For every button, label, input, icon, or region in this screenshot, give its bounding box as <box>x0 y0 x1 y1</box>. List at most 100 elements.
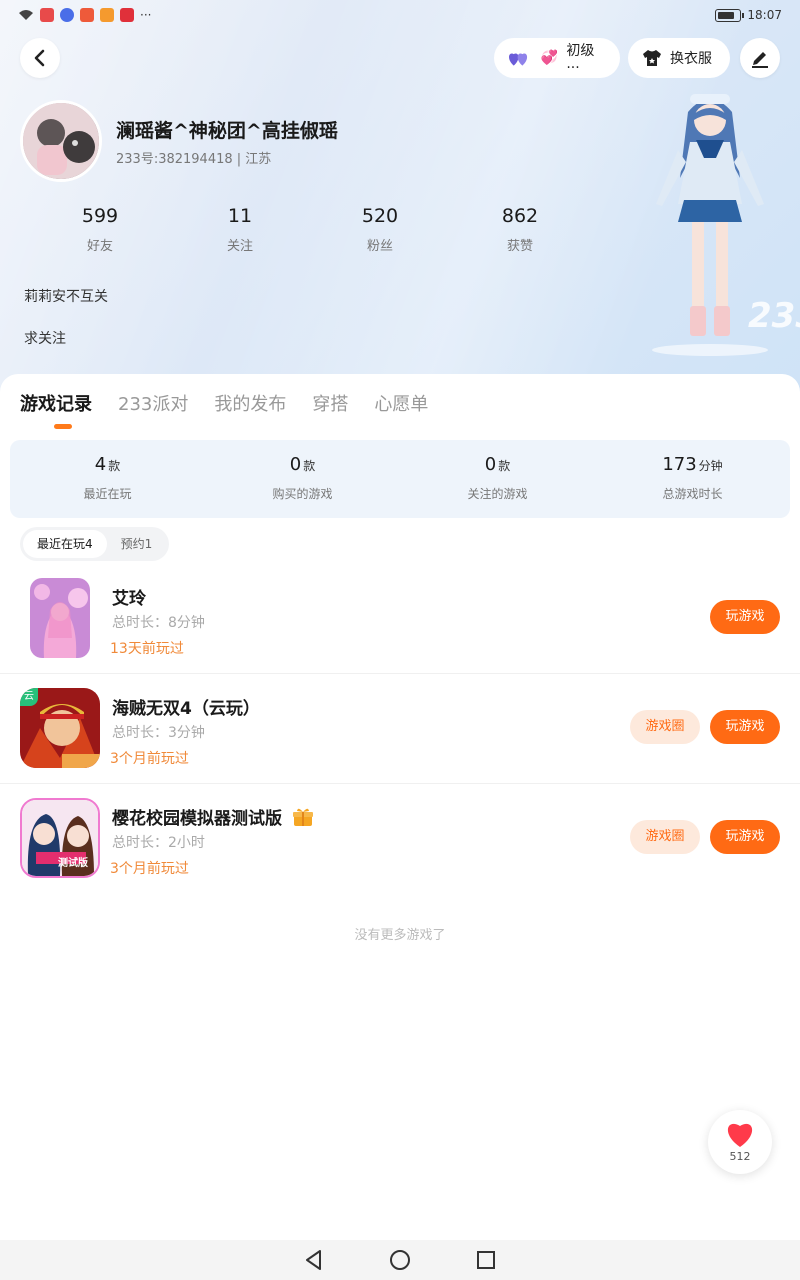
game-name: 艾玲 <box>112 589 146 609</box>
system-navigation-bar <box>0 1240 800 1280</box>
cloud-tag: 云 <box>20 688 38 706</box>
stat-value: 11 <box>227 205 253 227</box>
tab-outfits[interactable]: 穿搭 <box>312 390 348 416</box>
title-pill-label: 初级··· <box>566 43 595 76</box>
summary-label: 购买的游戏 <box>272 487 333 501</box>
stat-label: 好友 <box>86 239 113 254</box>
summary-followed[interactable]: 0款 关注的游戏 <box>400 440 595 518</box>
nav-back-icon[interactable] <box>303 1249 325 1271</box>
chevron-left-icon <box>34 49 45 67</box>
stat-label: 关注 <box>226 239 253 254</box>
gift-box-icon <box>292 808 313 826</box>
stat-friends[interactable]: 599 好友 <box>30 205 170 254</box>
content-panel: 游戏记录 233派对 我的发布 穿搭 心愿单 4款 最近在玩 0款 购买的游戏 … <box>0 374 800 1240</box>
summary-value: 173 <box>662 454 697 475</box>
change-outfit-button[interactable]: 换衣服 <box>628 38 730 78</box>
double-heart-icon <box>509 53 528 66</box>
game-icon: 测试版 <box>20 798 100 878</box>
game-name-text: 樱花校园模拟器测试版 <box>112 809 282 829</box>
play-game-button[interactable]: 玩游戏 <box>710 710 780 744</box>
game-list-item[interactable]: 测试版 樱花校园模拟器测试版 总时长：2小时 3个月前玩过 游戏圈 玩游戏 <box>0 784 800 894</box>
battery-icon <box>715 8 745 22</box>
game-name: 樱花校园模拟器测试版 <box>112 804 314 829</box>
summary-total-time[interactable]: 173 分钟 总游戏时长 <box>595 440 790 518</box>
like-count: 512 <box>729 1150 751 1163</box>
bio-line: 求关注 <box>24 331 66 347</box>
edit-profile-button[interactable] <box>740 38 780 78</box>
summary-value: 0 <box>484 454 497 475</box>
stat-followers[interactable]: 520 粉丝 <box>310 205 450 254</box>
summary-value: 0 <box>289 454 302 475</box>
no-more-games-text: 没有更多游戏了 <box>354 928 446 943</box>
summary-label: 关注的游戏 <box>467 487 528 501</box>
bio-line: 莉莉安不互关 <box>24 289 108 305</box>
profile-stats: 599 好友 11 关注 520 粉丝 862 获赞 <box>30 205 590 254</box>
pencil-icon <box>752 52 768 68</box>
game-total-time: 总时长：8分钟 <box>112 615 205 631</box>
profile-tabs: 游戏记录 233派对 我的发布 穿搭 心愿单 <box>20 390 428 416</box>
nav-recents-icon[interactable] <box>475 1249 497 1271</box>
user-id-location: 233号:382194418 | 江苏 <box>116 152 272 167</box>
game-last-played: 3个月前玩过 <box>110 861 189 877</box>
change-outfit-label: 换衣服 <box>670 51 712 67</box>
game-last-played: 13天前玩过 <box>110 641 184 657</box>
stat-value: 862 <box>501 205 539 227</box>
app-notification-icon <box>120 8 134 22</box>
test-version-tag: 测试版 <box>58 858 88 869</box>
play-game-button[interactable]: 玩游戏 <box>710 820 780 854</box>
more-notifications: ··· <box>140 8 152 22</box>
nickname: 澜瑶酱^神秘团^高挂俶瑶 <box>116 120 338 142</box>
app-notification-icon <box>40 8 54 22</box>
game-total-time: 总时长：3分钟 <box>112 725 205 741</box>
stat-following[interactable]: 11 关注 <box>170 205 310 254</box>
tab-wishlist[interactable]: 心愿单 <box>374 390 428 416</box>
heart-gift-icon: 💞 <box>540 50 559 66</box>
play-game-button[interactable]: 玩游戏 <box>710 600 780 634</box>
stat-value: 520 <box>361 205 399 227</box>
summary-unit: 款 <box>498 459 511 473</box>
music-app-icon <box>60 8 74 22</box>
game-circle-button[interactable]: 游戏圈 <box>630 820 700 854</box>
filter-reserved[interactable]: 预约1 <box>107 530 167 558</box>
game-circle-button[interactable]: 游戏圈 <box>630 710 700 744</box>
summary-value: 4 <box>94 454 107 475</box>
summary-unit: 款 <box>303 459 316 473</box>
avatar-image <box>23 103 99 179</box>
wifi-icon <box>19 10 33 20</box>
tab-233-party[interactable]: 233派对 <box>118 390 188 416</box>
summary-purchased[interactable]: 0款 购买的游戏 <box>205 440 400 518</box>
user-avatar[interactable] <box>20 100 102 182</box>
game-list-item[interactable]: 艾玲 总时长：8分钟 13天前玩过 玩游戏 <box>0 564 800 674</box>
status-bar: ··· 18:07 <box>0 0 800 30</box>
video-app-icon <box>100 8 114 22</box>
nav-home-icon[interactable] <box>389 1249 411 1271</box>
tshirt-icon <box>643 50 661 66</box>
title-pill-button[interactable]: 💞 初级··· <box>494 38 620 78</box>
clock: 18:07 <box>747 8 782 22</box>
game-icon <box>30 578 90 658</box>
tab-my-posts[interactable]: 我的发布 <box>214 390 286 416</box>
summary-recent[interactable]: 4款 最近在玩 <box>10 440 205 518</box>
game-list-item[interactable]: 云 海贼无双4（云玩） 总时长：3分钟 3个月前玩过 游戏圈 玩游戏 <box>0 674 800 784</box>
active-tab-indicator <box>54 424 72 429</box>
game-filter: 最近在玩4 预约1 <box>20 527 170 561</box>
stat-label: 粉丝 <box>366 239 393 254</box>
game-last-played: 3个月前玩过 <box>110 751 189 767</box>
summary-label: 总游戏时长 <box>662 487 723 501</box>
app-notification-icon <box>80 8 94 22</box>
summary-label: 最近在玩 <box>83 487 132 501</box>
stat-label: 获赞 <box>506 239 533 254</box>
game-icon: 云 <box>20 688 100 768</box>
game-name: 海贼无双4（云玩） <box>112 699 260 719</box>
filter-recent[interactable]: 最近在玩4 <box>23 530 107 558</box>
game-total-time: 总时长：2小时 <box>112 835 205 851</box>
brand-233-badge: 233 <box>748 296 800 336</box>
like-button[interactable]: 512 <box>708 1110 772 1174</box>
summary-unit: 分钟 <box>698 459 723 473</box>
stat-value: 599 <box>81 205 119 227</box>
back-button[interactable] <box>20 38 60 78</box>
summary-unit: 款 <box>108 459 121 473</box>
tab-game-records[interactable]: 游戏记录 <box>20 390 92 416</box>
stat-likes[interactable]: 862 获赞 <box>450 205 590 254</box>
heart-icon <box>727 1123 753 1147</box>
